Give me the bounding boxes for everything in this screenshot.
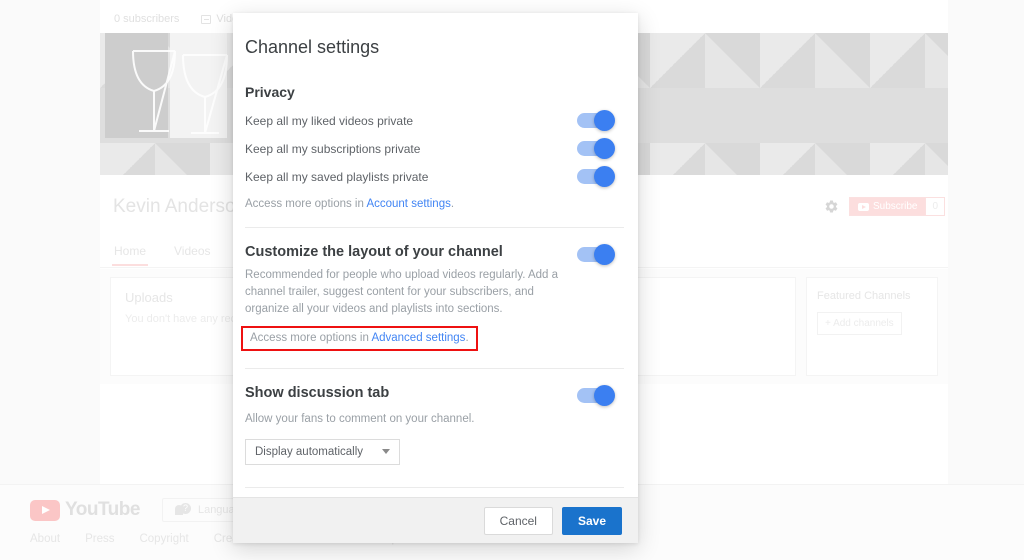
subscribe-label: Subscribe <box>873 201 918 212</box>
youtube-wordmark: YouTube <box>65 499 140 520</box>
subscriber-count: 0 subscribers <box>114 13 179 25</box>
account-settings-link[interactable]: Account settings <box>366 198 450 210</box>
gear-icon[interactable] <box>824 199 839 214</box>
customize-description: Recommended for people who upload videos… <box>245 269 559 315</box>
tab-home[interactable]: Home <box>111 244 149 266</box>
privacy-option-label: Keep all my saved playlists private <box>245 169 429 184</box>
save-button[interactable]: Save <box>561 506 622 535</box>
privacy-heading: Privacy <box>245 84 295 100</box>
dialog-title: Channel settings <box>245 37 380 57</box>
add-channels-button[interactable]: + Add channels <box>817 312 902 335</box>
toggle-saved-playlists-private[interactable] <box>577 166 615 187</box>
discussion-display-select[interactable]: Display automatically <box>245 438 400 465</box>
privacy-option-label: Keep all my liked videos private <box>245 113 414 128</box>
customize-hint-suffix: . <box>465 331 469 344</box>
channel-settings-dialog: Channel settings Privacy Keep all my lik… <box>233 13 638 543</box>
discussion-header-row: Show discussion tab <box>245 384 624 406</box>
privacy-option-label: Keep all my subscriptions private <box>245 141 421 156</box>
footer-link-press[interactable]: Press <box>85 533 114 545</box>
privacy-hint: Access more options in Account settings. <box>245 198 624 210</box>
video-icon <box>201 14 212 24</box>
divider-privacy <box>245 227 624 228</box>
dialog-footer: Cancel Save <box>233 497 638 543</box>
youtube-logo: YouTube <box>30 499 140 521</box>
customize-hint-prefix: Access more options in <box>250 331 372 344</box>
person-question-icon <box>174 503 191 516</box>
divider-customize <box>245 367 624 369</box>
customize-heading: Customize the layout of your channel <box>245 244 503 260</box>
discussion-description: Allow your fans to comment on your chann… <box>245 412 475 425</box>
toggle-subscriptions-private[interactable] <box>577 138 615 159</box>
advanced-settings-highlight: Access more options in Advanced settings… <box>241 325 478 351</box>
footer-link-copyright[interactable]: Copyright <box>139 533 188 545</box>
discussion-display-value: Display automatically <box>255 445 364 458</box>
cancel-button[interactable]: Cancel <box>483 506 553 535</box>
youtube-play-icon <box>858 202 869 211</box>
privacy-hint-suffix: . <box>450 198 455 210</box>
toggle-liked-videos-private[interactable] <box>577 110 615 131</box>
advanced-settings-link[interactable]: Advanced settings <box>371 332 465 344</box>
toggle-customize-layout[interactable] <box>577 244 615 265</box>
featured-channels-card: Featured Channels + Add channels <box>806 277 938 376</box>
subscribe-main[interactable]: Subscribe <box>850 198 926 215</box>
toggle-show-discussion-tab[interactable] <box>577 384 615 406</box>
privacy-option-playlists: Keep all my saved playlists private <box>245 166 624 187</box>
discussion-heading: Show discussion tab <box>245 384 390 401</box>
footer-link-about[interactable]: About <box>30 533 60 545</box>
youtube-play-badge-icon <box>30 499 60 521</box>
customize-header-row: Customize the layout of your channel <box>245 244 624 265</box>
privacy-option-liked-videos: Keep all my liked videos private <box>245 110 624 131</box>
customize-hint: Access more options in Advanced settings… <box>250 332 469 344</box>
dialog-body: Channel settings Privacy Keep all my lik… <box>233 13 638 497</box>
featured-channels-title: Featured Channels <box>817 290 911 302</box>
privacy-option-subscriptions: Keep all my subscriptions private <box>245 138 624 159</box>
subscribe-button[interactable]: Subscribe 0 <box>849 197 946 216</box>
privacy-hint-prefix: Access more options in <box>245 198 367 210</box>
subscribe-count: 0 <box>925 198 945 215</box>
divider-discussion <box>245 486 624 488</box>
subscriber-count-label: 0 subscribers <box>114 13 180 25</box>
channel-name: Kevin Anderson <box>113 196 247 217</box>
tab-videos[interactable]: Videos <box>174 244 210 266</box>
chevron-down-icon <box>382 449 390 455</box>
